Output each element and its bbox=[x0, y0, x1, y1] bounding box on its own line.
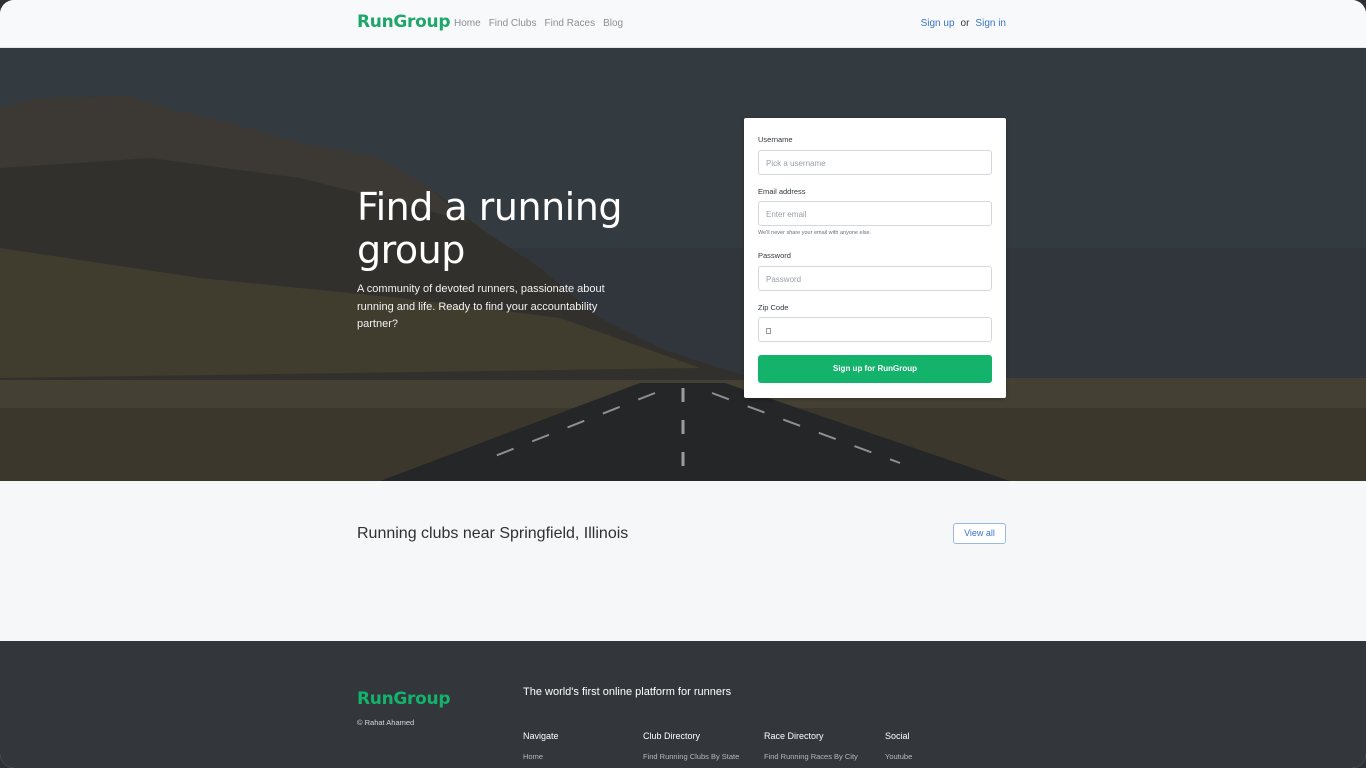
footer-link-home[interactable]: Home bbox=[523, 752, 559, 761]
footer-copyright: © Rahat Ahamed bbox=[357, 718, 415, 727]
nav-link-home[interactable]: Home bbox=[454, 18, 481, 29]
hero-title: Find a running group bbox=[357, 185, 622, 272]
username-label: Username bbox=[758, 135, 793, 144]
email-input[interactable]: Enter email bbox=[758, 201, 992, 226]
email-help-text: We'll never share your email with anyone… bbox=[758, 230, 872, 236]
footer-brand-logo[interactable]: RunGroup bbox=[357, 689, 450, 709]
footer-tagline: The world's first online platform for ru… bbox=[523, 686, 732, 698]
signup-form: Username Pick a username Email address E… bbox=[744, 118, 1006, 398]
sign-in-link[interactable]: Sign in bbox=[975, 18, 1006, 29]
footer-column-social: Social Youtube bbox=[885, 731, 912, 767]
password-label: Password bbox=[758, 251, 791, 260]
footer-column-race-directory: Race Directory Find Running Races By Cit… bbox=[764, 731, 858, 767]
signup-submit-button[interactable]: Sign up for RunGroup bbox=[758, 355, 992, 383]
or-text: or bbox=[960, 18, 970, 29]
footer-column-title: Social bbox=[885, 731, 910, 741]
nav-link-find-races[interactable]: Find Races bbox=[545, 18, 596, 29]
nav-links: Home Find Clubs Find Races Blog bbox=[454, 18, 631, 29]
sign-up-link[interactable]: Sign up bbox=[921, 18, 955, 29]
footer-column-club-directory: Club Directory Find Running Clubs By Sta… bbox=[643, 731, 739, 767]
nav-link-blog[interactable]: Blog bbox=[603, 18, 623, 29]
footer-column-title: Club Directory bbox=[643, 731, 701, 741]
hero-section: Find a running group A community of devo… bbox=[0, 48, 1366, 481]
cursor-glyph-icon bbox=[766, 327, 771, 334]
auth-links: Sign up or Sign in bbox=[921, 18, 1006, 29]
zip-code-label: Zip Code bbox=[758, 303, 789, 312]
view-all-button[interactable]: View all bbox=[953, 523, 1006, 544]
clubs-section: Running clubs near Springfield, Illinois… bbox=[0, 481, 1366, 641]
footer-column-title: Navigate bbox=[523, 731, 559, 741]
nav-link-find-clubs[interactable]: Find Clubs bbox=[489, 18, 537, 29]
zip-code-input[interactable] bbox=[758, 317, 992, 342]
email-label: Email address bbox=[758, 187, 806, 196]
brand-logo[interactable]: RunGroup bbox=[357, 12, 450, 32]
top-navbar: RunGroup Home Find Clubs Find Races Blog… bbox=[0, 0, 1366, 48]
footer-column-navigate: Navigate Home bbox=[523, 731, 559, 767]
username-input[interactable]: Pick a username bbox=[758, 150, 992, 175]
footer: RunGroup © Rahat Ahamed The world's firs… bbox=[0, 641, 1366, 768]
clubs-heading: Running clubs near Springfield, Illinois bbox=[357, 525, 629, 542]
footer-column-title: Race Directory bbox=[764, 731, 824, 741]
page: RunGroup Home Find Clubs Find Races Blog… bbox=[0, 0, 1366, 768]
footer-link-clubs-by-state[interactable]: Find Running Clubs By State bbox=[643, 752, 739, 761]
footer-link-races-by-city[interactable]: Find Running Races By City bbox=[764, 752, 858, 761]
hero-overlay bbox=[0, 48, 1366, 481]
footer-link-youtube[interactable]: Youtube bbox=[885, 752, 912, 761]
password-input[interactable]: Password bbox=[758, 266, 992, 291]
hero-subtitle: A community of devoted runners, passiona… bbox=[357, 283, 605, 330]
